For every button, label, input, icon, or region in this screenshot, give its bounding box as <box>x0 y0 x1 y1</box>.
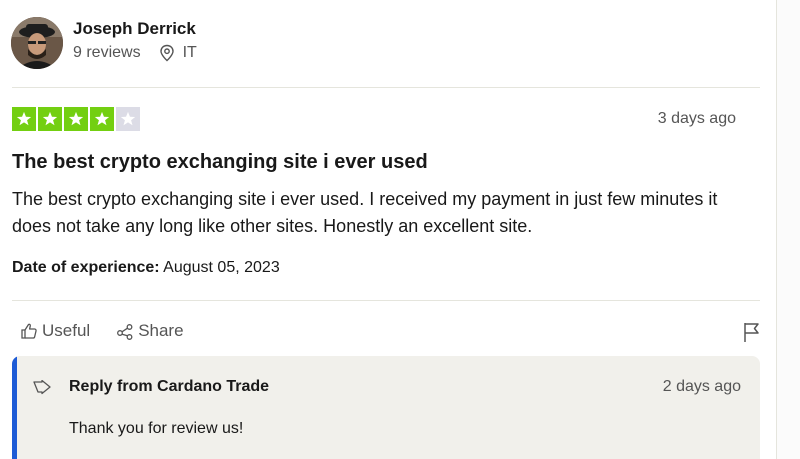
reply-accent-bar <box>12 356 17 459</box>
avatar[interactable] <box>11 17 63 69</box>
star-rating <box>12 107 142 131</box>
share-label: Share <box>138 321 184 340</box>
reviewer-name[interactable]: Joseph Derrick <box>73 19 196 39</box>
reply-text: Thank you for review us! <box>69 420 244 437</box>
date-of-experience: Date of experience: August 05, 2023 <box>12 259 280 277</box>
review-body: The best crypto exchanging site i ever u… <box>12 189 718 236</box>
reviewer-country: IT <box>182 44 197 61</box>
reply-date: 2 days ago <box>662 378 741 395</box>
review-title[interactable]: The best crypto exchanging site i ever u… <box>12 151 428 174</box>
review-count: 9 reviews <box>73 44 141 61</box>
star-filled-icon <box>38 107 62 131</box>
flag-icon[interactable] <box>742 321 762 343</box>
divider <box>12 300 760 301</box>
review-actions: Useful Share <box>20 321 210 341</box>
review-date: 3 days ago <box>657 110 736 127</box>
share-button[interactable]: Share <box>116 321 184 341</box>
reply-from: Reply from Cardano Trade <box>69 378 270 395</box>
reviewer-meta: 9 reviews IT <box>73 44 197 62</box>
divider <box>12 87 760 88</box>
company-reply: Reply from Cardano Trade 2 days ago Than… <box>12 356 760 459</box>
useful-label: Useful <box>42 321 91 340</box>
star-filled-icon <box>64 107 88 131</box>
useful-button[interactable]: Useful <box>20 321 90 341</box>
share-icon <box>117 324 133 340</box>
location-pin-icon <box>159 44 175 62</box>
star-empty-icon <box>116 107 140 131</box>
page-scroll-area <box>776 0 800 459</box>
review-card: Joseph Derrick 9 reviews IT 3 days ago T… <box>0 0 776 459</box>
star-filled-icon <box>12 107 36 131</box>
experience-label: Date of experience: <box>12 259 160 276</box>
star-filled-icon <box>90 107 114 131</box>
reply-arrow-icon <box>32 379 52 396</box>
experience-date: August 05, 2023 <box>163 259 280 276</box>
thumbs-up-icon <box>21 323 37 339</box>
